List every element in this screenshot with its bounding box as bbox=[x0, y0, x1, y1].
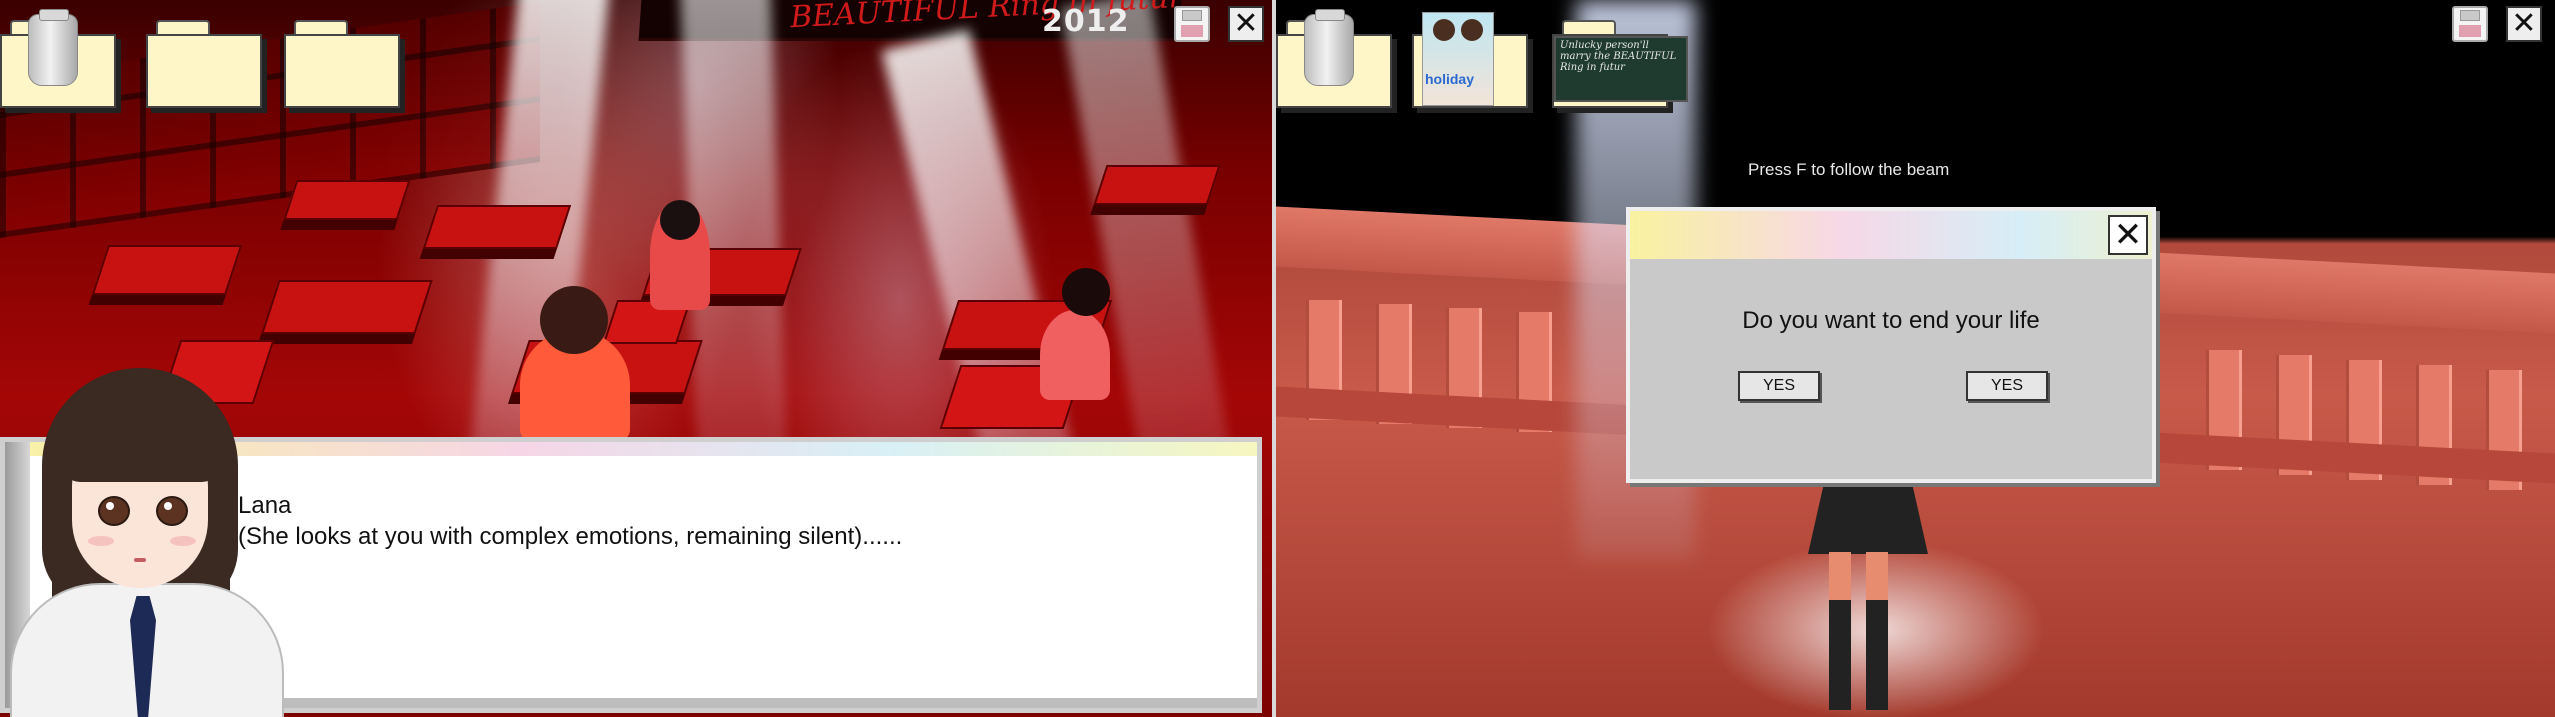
desk bbox=[1093, 165, 1221, 205]
girl-skirt bbox=[1808, 474, 1928, 554]
dialog-close-button[interactable]: ✕ bbox=[2108, 215, 2148, 255]
dialog-titlebar bbox=[1630, 211, 2152, 259]
chalkboard-year: 2012 bbox=[1042, 4, 1130, 39]
desk bbox=[283, 180, 411, 220]
dialogue-text: (She looks at you with complex emotions,… bbox=[238, 523, 903, 550]
dialog-question: Do you want to end your life bbox=[1742, 307, 2040, 334]
save-floppy-button[interactable] bbox=[2452, 6, 2488, 42]
chalk-note-text: Unlucky person'll marry the BEAUTIFUL Ri… bbox=[1560, 40, 1677, 73]
chalk-note-thumbnail: Unlucky person'll marry the BEAUTIFUL Ri… bbox=[1554, 36, 1688, 102]
girl-sock bbox=[1829, 600, 1851, 710]
girl-sock bbox=[1866, 600, 1888, 710]
close-button[interactable]: ✕ bbox=[2506, 6, 2542, 42]
portrait-blush bbox=[170, 536, 196, 546]
inventory-item-holiday-photo[interactable]: holiday bbox=[1412, 10, 1530, 108]
close-icon: ✕ bbox=[1233, 6, 1259, 41]
girl-leg bbox=[1866, 552, 1888, 602]
close-button[interactable]: ✕ bbox=[1228, 6, 1264, 42]
portrait-mouth bbox=[134, 558, 146, 562]
desk bbox=[422, 205, 572, 249]
photo-person bbox=[1433, 19, 1455, 41]
inventory-item-chalk-note[interactable]: Unlucky person'll marry the BEAUTIFUL Ri… bbox=[1552, 10, 1688, 108]
jar-icon bbox=[28, 9, 78, 86]
inventory-item-jar[interactable] bbox=[1276, 9, 1394, 108]
close-icon: ✕ bbox=[2511, 6, 2537, 41]
holiday-photo-thumbnail: holiday bbox=[1422, 12, 1494, 106]
portrait-blush bbox=[88, 536, 114, 546]
inventory-item-jar[interactable] bbox=[0, 9, 118, 108]
photo-person bbox=[1461, 19, 1483, 41]
yes-button-left[interactable]: YES bbox=[1738, 371, 1820, 401]
holiday-label: holiday bbox=[1425, 71, 1475, 87]
desk bbox=[261, 280, 433, 334]
jar-icon bbox=[1304, 9, 1354, 86]
student-head bbox=[540, 286, 608, 354]
portrait-eye bbox=[98, 496, 130, 526]
inventory-folder[interactable] bbox=[284, 10, 402, 108]
inventory-folder[interactable] bbox=[146, 10, 264, 108]
character-portrait-lana bbox=[10, 368, 284, 717]
portrait-eye bbox=[156, 496, 188, 526]
yes-button-right[interactable]: YES bbox=[1966, 371, 2048, 401]
classroom-scene: BEAUTIFUL Ring in futur 2012 ✕ Lana (She… bbox=[0, 0, 1272, 717]
girl-leg bbox=[1829, 552, 1851, 602]
confirm-dialog[interactable]: ✕ Do you want to end your life YES YES bbox=[1626, 207, 2156, 483]
student-seated bbox=[1040, 310, 1110, 400]
folder-icon bbox=[284, 34, 400, 108]
student-head bbox=[660, 200, 700, 240]
save-floppy-button[interactable] bbox=[1174, 6, 1210, 42]
close-icon: ✕ bbox=[2113, 215, 2143, 255]
folder-icon bbox=[146, 34, 262, 108]
desk bbox=[91, 245, 243, 295]
student-head bbox=[1062, 268, 1110, 316]
interaction-hint: Press F to follow the beam bbox=[1748, 160, 1950, 179]
